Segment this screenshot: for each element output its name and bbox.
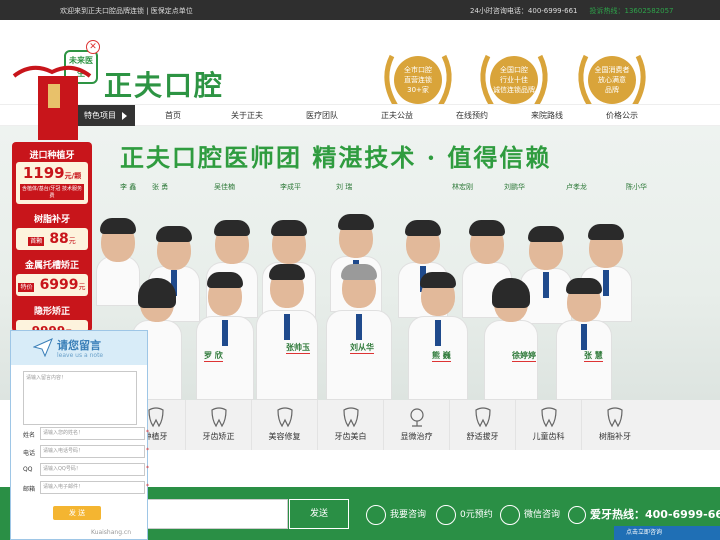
doctor-name: 熊 巍	[432, 351, 451, 362]
nav-item-about[interactable]: 关于正夫	[212, 105, 282, 127]
gift-box-icon	[12, 65, 92, 140]
email-field[interactable]: 请输入电子邮件！	[40, 481, 145, 494]
promo-title: 隐形矫正	[33, 307, 70, 317]
promo-title: 金属托槽矫正	[24, 261, 79, 271]
doctor-name: 张 慧	[584, 351, 603, 362]
doctor-name: 吴佳楠	[214, 183, 235, 191]
promo-resin[interactable]: 首颗 88元	[16, 228, 88, 250]
doctor-name: 张 勇	[152, 183, 169, 191]
doctor-figure	[256, 262, 318, 400]
message-title: 请您留言	[57, 339, 101, 352]
message-widget: 请您留言 leave us a note 请输入留言内容！ 姓名 请输入您的姓名！…	[10, 330, 149, 540]
banner-title: 正夫口腔医师团 精湛技术 · 值得信赖	[120, 143, 552, 172]
clock-icon	[436, 505, 456, 525]
service-orthodontics[interactable]: 牙齿矫正	[186, 400, 252, 450]
doctor-figure	[196, 270, 254, 400]
complaint-phone: 投诉热线：13602582057	[589, 7, 674, 15]
service-extraction[interactable]: 舒适拔牙	[450, 400, 516, 450]
wechat-icon	[500, 505, 520, 525]
award-medal: 全国消费者 放心满意 品牌	[588, 56, 636, 104]
doctor-name: 刘 瑞	[336, 183, 353, 191]
chat-icon	[366, 505, 386, 525]
name-field[interactable]: 请输入您的姓名！	[40, 427, 145, 440]
top-bar: 欢迎来到正夫口腔品牌连锁 | 医保定点单位 24小时咨询电话：400-6999-…	[0, 0, 720, 20]
nav-item-home[interactable]: 首页	[138, 105, 208, 127]
name-row: 姓名 请输入您的姓名！ *	[23, 427, 149, 440]
doctor-figure	[556, 276, 612, 400]
logo-text[interactable]: 正夫口腔	[104, 64, 224, 104]
microscope-icon	[409, 408, 424, 427]
qq-row: QQ 请输入QQ号码！ *	[23, 463, 149, 476]
service-icons-row: 种植牙 牙齿矫正 美容修复 牙齿美白 显微治疗 舒适拔牙 儿童齿科 树脂补牙	[126, 400, 720, 450]
tooth-icon	[474, 407, 491, 428]
doctor-name: 罗 欣	[204, 351, 223, 362]
doctor-name: 李 鑫	[120, 183, 137, 191]
paper-plane-icon	[33, 338, 53, 357]
email-row: 邮箱 请输入电子邮件！ *	[23, 481, 149, 494]
qq-field[interactable]: 请输入QQ号码！	[40, 463, 145, 476]
doctor-name: 李成平	[280, 183, 301, 191]
booking-link[interactable]: 0元预约	[436, 505, 493, 525]
promo-title: 进口种植牙	[29, 151, 75, 161]
service-cosmetic[interactable]: 美容修复	[252, 400, 318, 450]
consult-link[interactable]: 我要咨询	[366, 505, 426, 525]
tooth-icon	[210, 407, 227, 428]
phone-icon	[568, 506, 586, 524]
header: 未来医生 ✕ 正夫口腔 全市口腔直营连锁30+家 ★★★★★ 全国口腔行业十佳诚…	[0, 20, 720, 114]
nav-item-route[interactable]: 来院路线	[512, 105, 582, 127]
doctor-name: 徐婷婷	[512, 351, 536, 362]
phone-field[interactable]: 请输入电话号码！	[40, 445, 145, 458]
hotline[interactable]: 爱牙热线：400-6999-661	[568, 505, 720, 525]
award-medal: 全国口腔 行业十佳 诚信连锁品牌	[490, 56, 538, 104]
consult-phone: 24小时咨询电话：400-6999-661 投诉热线：13602582057	[470, 7, 674, 15]
doctor-figure	[484, 276, 538, 400]
doctor-name: 刘从华	[350, 343, 374, 354]
service-whitening[interactable]: 牙齿美白	[318, 400, 384, 450]
nav-item-prices[interactable]: 价格公示	[587, 105, 657, 127]
promo-title: 树脂补牙	[33, 215, 70, 225]
promo-braces[interactable]: 特价 6999元	[16, 274, 88, 296]
tooth-icon	[276, 407, 293, 428]
consult-input[interactable]	[132, 499, 288, 529]
tooth-icon	[540, 407, 557, 428]
doctor-name: 卢孝龙	[566, 183, 587, 191]
welcome-text: 欢迎来到正夫口腔品牌连锁 | 医保定点单位	[60, 7, 193, 15]
chat-now-button[interactable]: 点击立即咨询	[614, 526, 720, 540]
promo-sidebar[interactable]: 进口种植牙 1199元/颗 含植体/基台/牙冠 技术服务费 树脂补牙 首颗 88…	[12, 142, 92, 332]
promo-implant[interactable]: 1199元/颗 含植体/基台/牙冠 技术服务费	[16, 162, 88, 204]
main-nav: 特色项目 首页 关于正夫 医疗团队 正夫公益 在线预约 来院路线 价格公示	[0, 104, 720, 127]
service-pediatric[interactable]: 儿童齿科	[516, 400, 582, 450]
doctor-name: 刘鹏华	[504, 183, 525, 191]
page: { "topbar": { "welcome": "欢迎来到正夫口腔品牌连锁 |…	[0, 0, 720, 540]
nav-item-charity[interactable]: 正夫公益	[362, 105, 432, 127]
message-content-field[interactable]: 请输入留言内容！	[23, 371, 137, 425]
tooth-icon	[607, 407, 623, 428]
nav-item-booking[interactable]: 在线预约	[437, 105, 507, 127]
service-microscope[interactable]: 显微治疗	[384, 400, 450, 450]
message-header: 请您留言 leave us a note	[11, 331, 147, 365]
send-button[interactable]: 发送	[289, 499, 349, 529]
doctor-figure	[326, 262, 392, 400]
submit-button[interactable]: 发 送	[53, 506, 101, 520]
nav-item-team[interactable]: 医疗团队	[287, 105, 357, 127]
logo-x-icon: ✕	[86, 40, 100, 54]
doctor-name: 林宏刚	[452, 183, 473, 191]
doctor-name: 张帅玉	[286, 343, 310, 354]
tooth-icon	[342, 407, 359, 428]
widget-footer: Kuaishang.cn	[91, 529, 132, 536]
doctor-figure	[408, 270, 468, 400]
service-resin-filling[interactable]: 树脂补牙	[582, 400, 648, 450]
message-subtitle: leave us a note	[57, 352, 104, 359]
phone-row: 电话 请输入电话号码！ *	[23, 445, 149, 458]
doctor-name: 陈小华	[626, 183, 647, 191]
award-medal: 全市口腔 直营连锁 30+家	[394, 56, 442, 104]
wechat-link[interactable]: 微信咨询	[500, 505, 560, 525]
